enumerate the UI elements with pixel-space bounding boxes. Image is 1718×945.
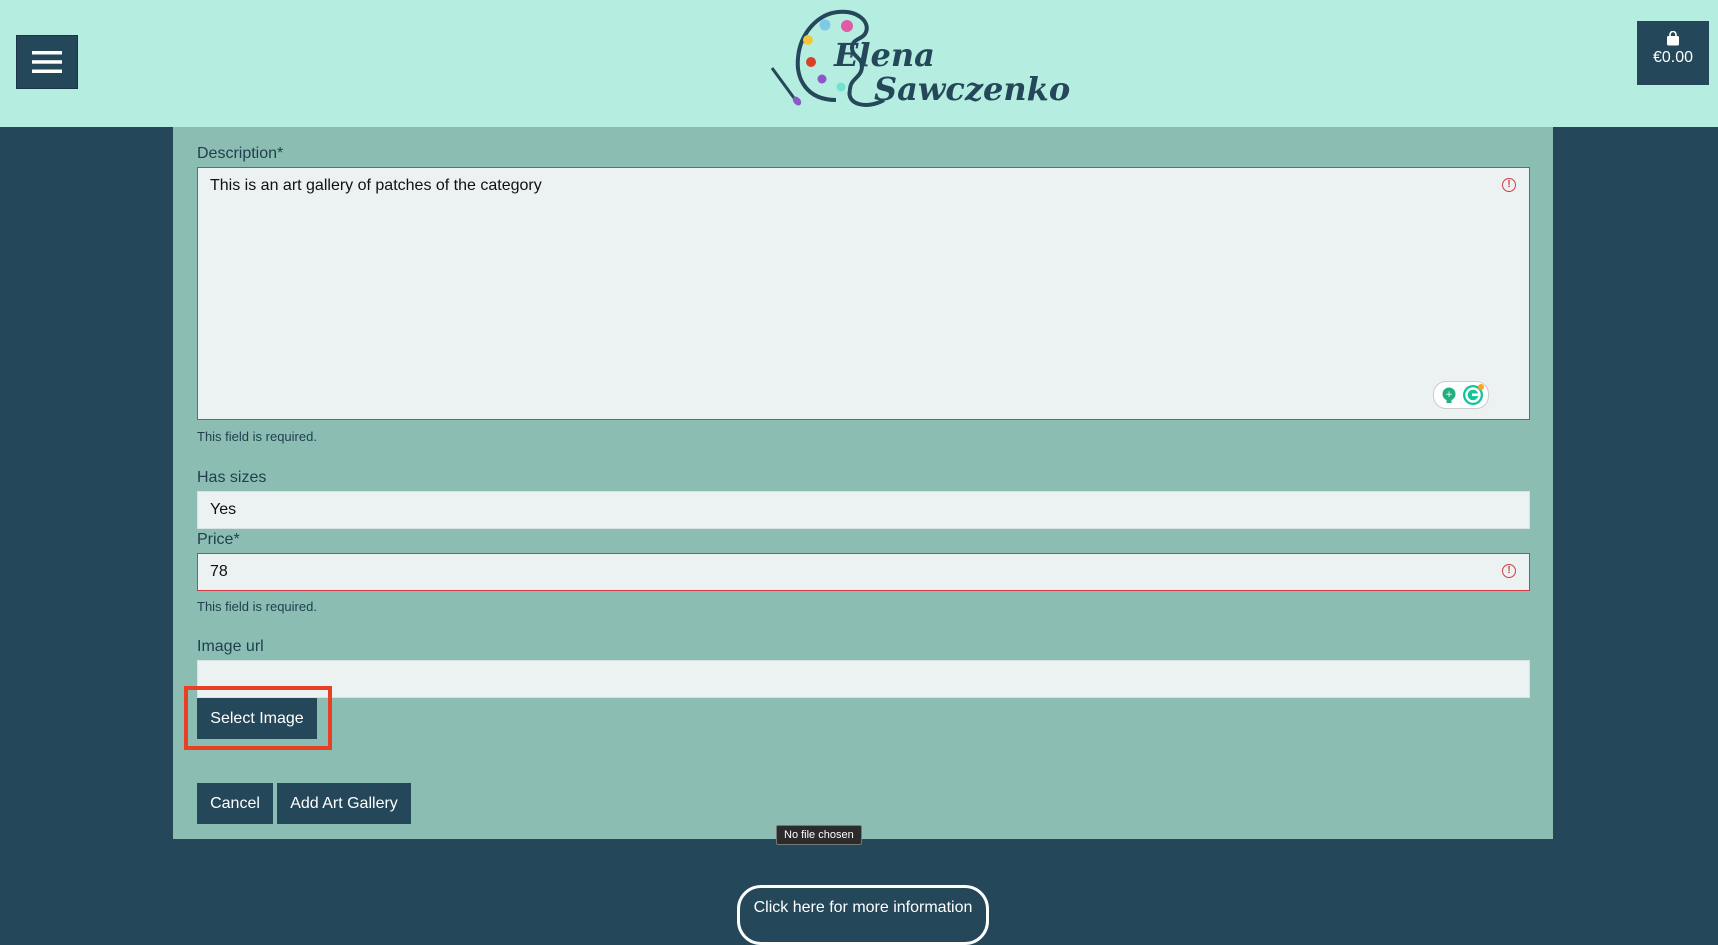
site-header: Elena Sawczenko €0.00: [0, 0, 1718, 127]
price-label: Price*: [197, 531, 240, 548]
image-url-input[interactable]: [197, 660, 1530, 698]
grammarly-icon: [1463, 384, 1484, 405]
error-icon: !: [1502, 178, 1516, 192]
hamburger-icon: [32, 51, 62, 73]
brand-last-name: Sawczenko: [874, 70, 1071, 108]
price-value: 78: [210, 563, 228, 580]
cancel-button[interactable]: Cancel: [197, 783, 273, 824]
more-info-button[interactable]: Click here for more information: [737, 885, 989, 945]
description-help: This field is required.: [197, 429, 317, 444]
description-label: Description*: [197, 145, 284, 162]
description-value: This is an art gallery of patches of the…: [210, 177, 542, 194]
brand-first-name: Elena: [834, 36, 935, 74]
file-status-tooltip: No file chosen: [776, 825, 862, 845]
form-panel: Description* This is an art gallery of p…: [173, 127, 1553, 839]
cart-total: €0.00: [1652, 49, 1694, 66]
price-input[interactable]: 78: [197, 553, 1530, 591]
description-textarea[interactable]: This is an art gallery of patches of the…: [197, 167, 1530, 420]
price-help: This field is required.: [197, 599, 317, 614]
shopping-bag-icon: [1667, 31, 1679, 46]
image-url-label: Image url: [197, 638, 264, 655]
has-sizes-value: Yes: [210, 501, 237, 518]
cart-button[interactable]: €0.00: [1637, 21, 1709, 85]
site-logo[interactable]: Elena Sawczenko: [766, 8, 1070, 118]
has-sizes-label: Has sizes: [197, 469, 267, 486]
highlight-box: [184, 686, 332, 750]
lightbulb-icon: +: [1442, 387, 1456, 403]
add-art-gallery-label: Add Art Gallery: [290, 794, 398, 812]
grammarly-widget[interactable]: +: [1433, 381, 1489, 409]
cancel-label: Cancel: [210, 794, 260, 812]
error-icon: !: [1502, 564, 1516, 578]
add-art-gallery-button[interactable]: Add Art Gallery: [277, 783, 411, 824]
svg-text:+: +: [1445, 390, 1453, 400]
menu-button[interactable]: [16, 35, 78, 89]
has-sizes-select[interactable]: Yes: [197, 491, 1530, 529]
more-info-label: Click here for more information: [753, 899, 973, 916]
